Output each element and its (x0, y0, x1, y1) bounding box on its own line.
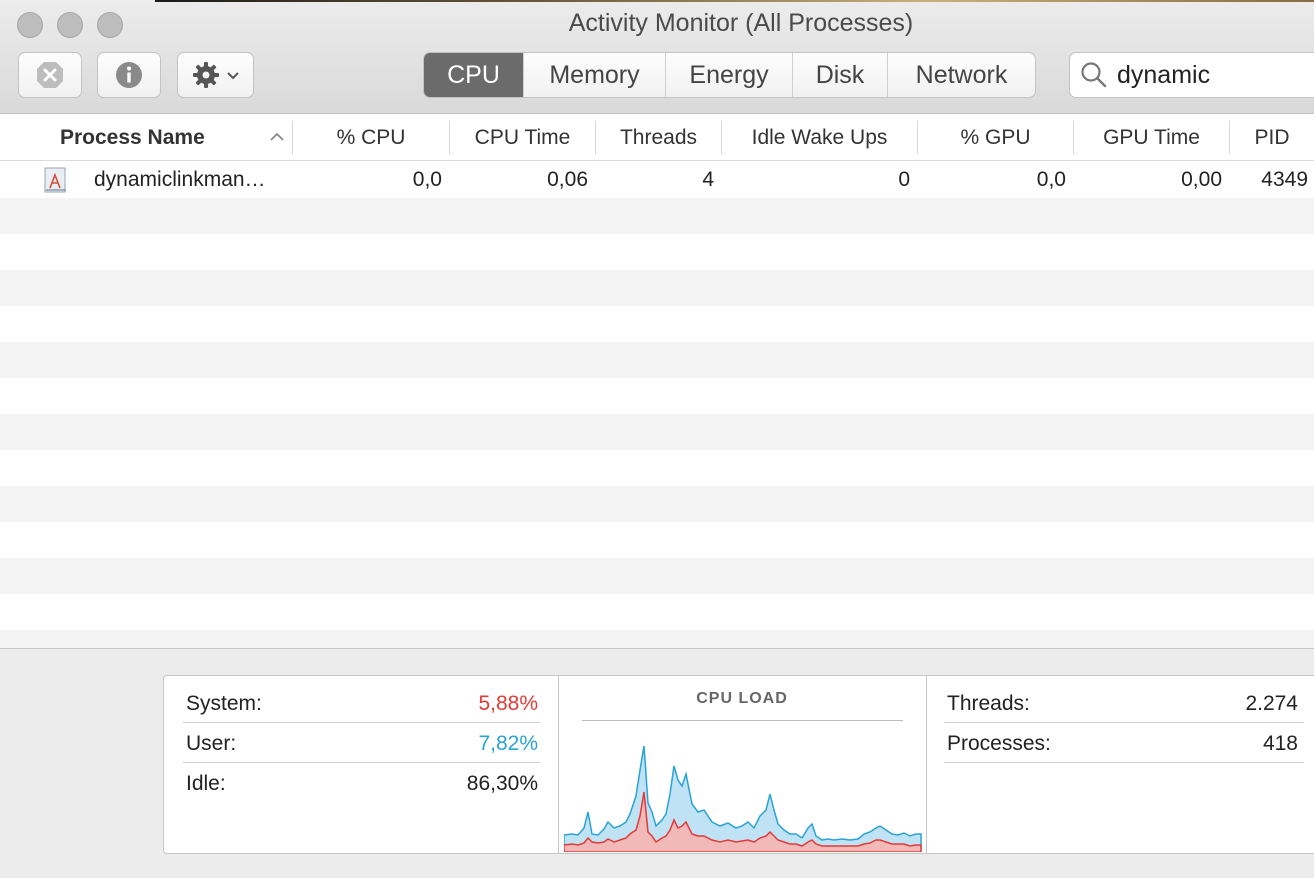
cpu-time: 0,06 (547, 168, 588, 191)
empty-row (0, 630, 1314, 648)
column-header-idle-wake-ups[interactable]: Idle Wake Ups (722, 114, 917, 161)
search-field[interactable]: dynamic (1069, 52, 1314, 98)
cpu-load-title-underline (582, 720, 903, 721)
column-header-label: Idle Wake Ups (751, 125, 888, 149)
column-header-cpu[interactable]: % CPU (293, 114, 449, 161)
idle-label: Idle: (186, 772, 226, 795)
column-header-cpu-time[interactable]: CPU Time (450, 114, 595, 161)
table-row[interactable]: dynamiclinkman… 0,0 0,06 4 0 0,0 0,00 43… (0, 162, 1314, 198)
column-header-process-name[interactable]: Process Name (60, 114, 290, 161)
empty-row (0, 450, 1314, 486)
pid: 4349 (1261, 168, 1308, 191)
column-header-label: CPU Time (474, 125, 571, 149)
empty-row (0, 594, 1314, 630)
empty-row (0, 486, 1314, 522)
gpu-percent: 0,0 (1036, 168, 1066, 191)
window-title: Activity Monitor (All Processes) (568, 9, 914, 37)
column-header-threads[interactable]: Threads (596, 114, 721, 161)
threads-label: Threads: (947, 692, 1030, 715)
column-header-label: % GPU (960, 125, 1031, 149)
column-header-label: PID (1254, 125, 1290, 149)
stat-separator (944, 722, 1304, 723)
column-header-pid[interactable]: PID (1230, 114, 1314, 161)
search-icon (1081, 62, 1107, 88)
user-label: User: (186, 732, 237, 755)
cpu-load-graph (564, 745, 922, 852)
empty-row (0, 270, 1314, 306)
column-header-label: % CPU (336, 125, 406, 149)
toolbar: Activity Monitor (All Processes) CPU Mem… (0, 0, 1314, 114)
empty-row (0, 414, 1314, 450)
empty-row (0, 342, 1314, 378)
column-header-label: Threads (619, 125, 698, 149)
idle-stat: Idle: 86,30% (186, 764, 538, 804)
idle-value: 86,30% (466, 772, 538, 795)
stat-separator (183, 722, 540, 723)
stat-separator (183, 762, 540, 763)
column-header-label: Process Name (60, 125, 205, 149)
inspect-process-button[interactable] (97, 52, 161, 98)
info-icon (116, 62, 142, 88)
panel-separator (926, 676, 927, 853)
cpu-load-title: CPU LOAD (696, 690, 788, 707)
processes-stat: Processes: 418 (947, 724, 1298, 764)
desktop-background-strip (155, 0, 1314, 2)
empty-row (0, 234, 1314, 270)
cpu-percent: 0,0 (412, 168, 442, 191)
action-menu-button[interactable] (177, 52, 254, 98)
table-header: Process Name % CPU CPU Time Threads Idle… (0, 114, 1314, 161)
system-value: 5,88% (478, 692, 538, 715)
system-stat: System: 5,88% (186, 684, 538, 724)
stop-process-button[interactable] (18, 52, 82, 98)
process-name: dynamiclinkman… (94, 168, 266, 191)
view-tabs: CPU Memory Energy Disk Network (423, 52, 1036, 98)
tab-energy[interactable]: Energy (666, 53, 793, 97)
tab-memory[interactable]: Memory (524, 53, 666, 97)
chevron-down-icon (226, 72, 239, 80)
user-value: 7,82% (478, 732, 538, 755)
empty-row (0, 522, 1314, 558)
tab-disk[interactable]: Disk (793, 53, 888, 97)
system-label: System: (186, 692, 262, 715)
search-input[interactable]: dynamic (1117, 61, 1210, 90)
close-process-icon (37, 62, 63, 88)
threads: 4 (702, 168, 714, 191)
tab-cpu[interactable]: CPU (424, 53, 524, 97)
empty-row (0, 378, 1314, 414)
idle-wake-ups: 0 (898, 168, 910, 191)
empty-row (0, 558, 1314, 594)
stat-separator (944, 762, 1304, 763)
threads-value: 2.274 (1245, 692, 1298, 715)
user-stat: User: 7,82% (186, 724, 538, 764)
column-header-gpu[interactable]: % GPU (918, 114, 1073, 161)
processes-value: 418 (1262, 732, 1298, 755)
sort-ascending-icon (270, 132, 284, 141)
process-table: dynamiclinkman… 0,0 0,06 4 0 0,0 0,00 43… (0, 162, 1314, 648)
empty-row (0, 306, 1314, 342)
gear-icon (192, 62, 219, 88)
column-header-gpu-time[interactable]: GPU Time (1074, 114, 1229, 161)
threads-stat: Threads: 2.274 (947, 684, 1298, 724)
app-icon (44, 167, 66, 193)
cpu-summary-panel: System: 5,88% User: 7,82% Idle: 86,30% C… (163, 675, 1314, 854)
tab-network[interactable]: Network (888, 53, 1035, 97)
gpu-time: 0,00 (1181, 168, 1222, 191)
column-header-label: GPU Time (1103, 125, 1200, 149)
processes-label: Processes: (947, 732, 1051, 755)
empty-row (0, 198, 1314, 234)
